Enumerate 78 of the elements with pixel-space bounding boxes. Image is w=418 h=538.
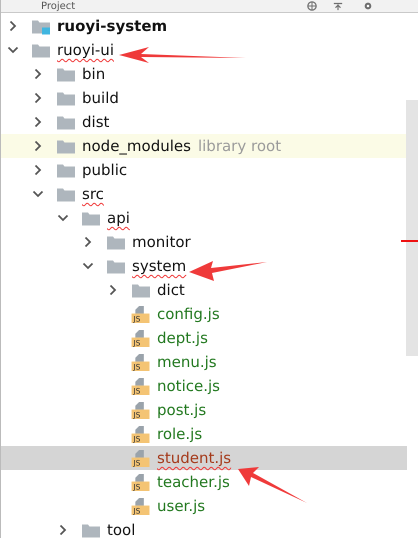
tree-row[interactable]: JS post.js [1, 398, 407, 422]
file-name: notice.js [157, 377, 220, 395]
folder-name: system [132, 257, 186, 275]
tree-row[interactable]: JS role.js [1, 422, 407, 446]
chevron-down-icon[interactable] [7, 44, 19, 56]
file-name: teacher.js [157, 473, 230, 491]
file-name: post.js [157, 401, 206, 419]
tree-row[interactable]: monitor [1, 230, 407, 254]
tree-row[interactable]: build [1, 86, 407, 110]
folder-name: node_modules [82, 137, 191, 155]
chevron-right-icon[interactable] [7, 20, 19, 32]
chevron-right-icon[interactable] [57, 524, 69, 536]
tree-row[interactable]: JS menu.js [1, 350, 407, 374]
folder-icon [106, 258, 126, 274]
tree-row[interactable]: dict [1, 278, 407, 302]
folder-name: tool [107, 521, 136, 538]
library-root-hint: library root [198, 137, 282, 155]
error-stripe-mark [401, 240, 418, 242]
folder-icon [56, 66, 76, 82]
tree-row[interactable]: JS user.js [1, 494, 407, 518]
chevron-down-icon[interactable] [57, 212, 69, 224]
folder-icon [81, 522, 101, 538]
chevron-down-icon[interactable] [82, 260, 94, 272]
gear-icon[interactable] [363, 1, 373, 11]
chevron-right-icon[interactable] [32, 140, 44, 152]
folder-icon [56, 186, 76, 202]
tree-row[interactable]: node_modules library root [1, 134, 407, 158]
tree-row[interactable]: bin [1, 62, 407, 86]
tree-row[interactable]: system [1, 254, 407, 278]
chevron-right-icon[interactable] [32, 92, 44, 104]
tree-row[interactable]: public [1, 158, 407, 182]
tree-row[interactable]: ruoyi-system [1, 14, 407, 38]
folder-icon [56, 90, 76, 106]
tree-row[interactable]: ruoyi-ui [1, 38, 407, 62]
folder-icon [81, 210, 101, 226]
folder-icon [31, 42, 51, 58]
folder-icon [106, 234, 126, 250]
file-name: student.js [157, 449, 232, 467]
tree-row[interactable]: JS notice.js [1, 374, 407, 398]
tree-row[interactable]: JS teacher.js [1, 470, 407, 494]
tree-row[interactable]: api [1, 206, 407, 230]
tree-row[interactable]: src [1, 182, 407, 206]
folder-name: api [107, 209, 130, 227]
folder-name: src [82, 185, 104, 203]
file-name: menu.js [157, 353, 217, 371]
folder-name: monitor [132, 233, 191, 251]
chevron-right-icon[interactable] [107, 284, 119, 296]
folder-name: build [82, 89, 119, 107]
selected-tree-row[interactable]: JS student.js [1, 446, 407, 470]
file-name: dept.js [157, 329, 208, 347]
tree-row[interactable]: JS dept.js [1, 326, 407, 350]
chevron-right-icon[interactable] [32, 68, 44, 80]
folder-name: ruoyi-ui [57, 41, 114, 59]
arrow-annotation [238, 467, 307, 503]
folder-icon [56, 138, 76, 154]
folder-name: dist [82, 113, 110, 131]
file-name: role.js [157, 425, 202, 443]
chevron-right-icon[interactable] [32, 116, 44, 128]
locate-icon[interactable] [307, 1, 317, 11]
tree-row[interactable]: JS config.js [1, 302, 407, 326]
chevron-down-icon[interactable] [32, 188, 44, 200]
folder-name: bin [82, 65, 106, 83]
folder-icon [131, 282, 151, 298]
folder-name: public [82, 161, 128, 179]
folder-icon [56, 114, 76, 130]
chevron-right-icon[interactable] [32, 164, 44, 176]
folder-name: ruoyi-system [57, 17, 168, 35]
file-name: user.js [157, 497, 206, 515]
chevron-right-icon[interactable] [82, 236, 94, 248]
file-name: config.js [157, 305, 220, 323]
panel-title: Project [41, 0, 76, 12]
tree-row[interactable]: tool [1, 518, 407, 538]
tree-row[interactable]: dist [1, 110, 407, 134]
module-folder-icon [31, 18, 51, 34]
collapse-icon[interactable] [333, 1, 343, 11]
scrollbar[interactable] [406, 100, 418, 356]
folder-name: dict [157, 281, 185, 299]
folder-icon [56, 162, 76, 178]
